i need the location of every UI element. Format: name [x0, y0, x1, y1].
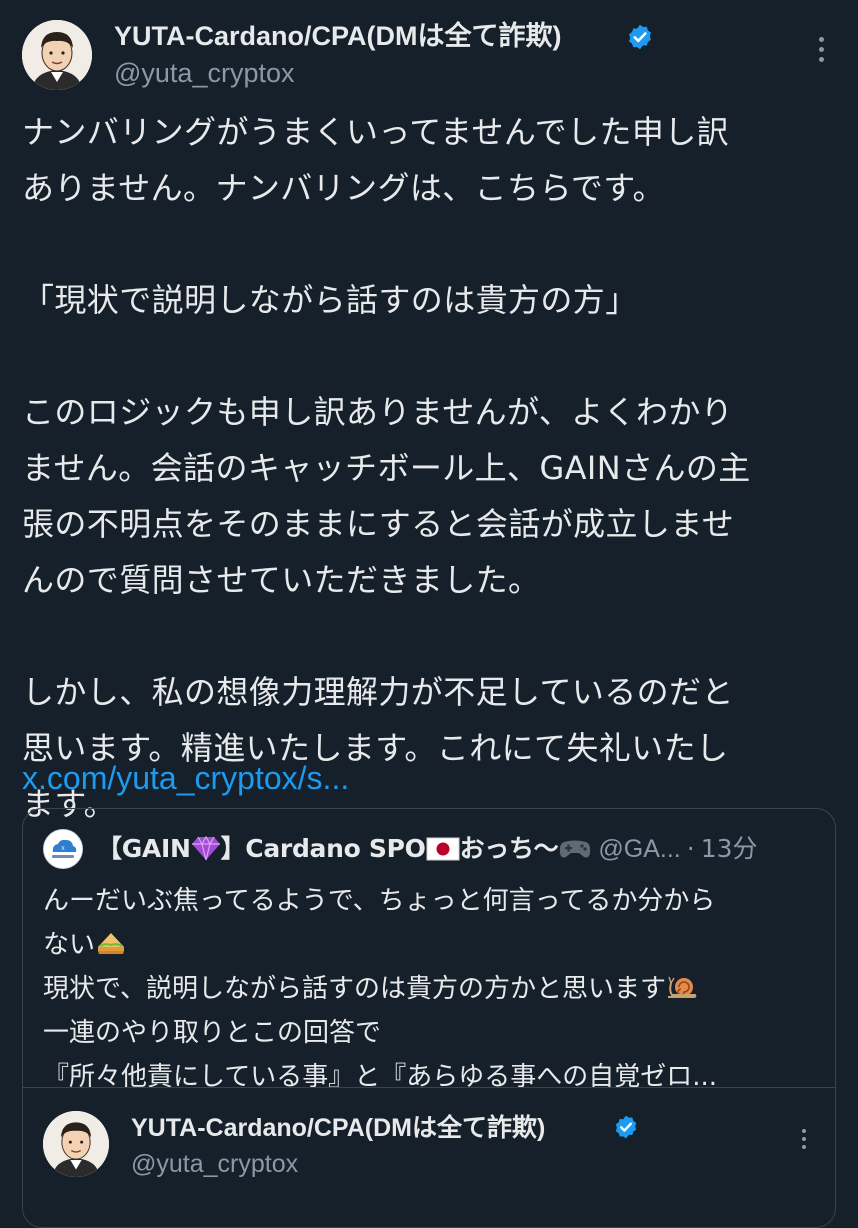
author-handle[interactable]: @yuta_cryptox	[114, 56, 294, 90]
author-name[interactable]: YUTA-Cardano/CPA(DMは全て詐欺)	[114, 18, 561, 54]
gamepad-icon	[560, 840, 591, 858]
tweet-body-line: 張の不明点をそのままにすると会話が成立しませ	[22, 505, 735, 543]
sandwich-emoji-icon	[98, 933, 125, 954]
tweet-body-line: んので質問させていただきました。	[22, 561, 541, 599]
more-vertical-icon	[802, 1129, 806, 1133]
tweet-body-line: しかし、私の想像力理解力が不足しているのだと	[22, 673, 734, 711]
more-vertical-icon	[819, 37, 824, 42]
nested-author-handle[interactable]: @yuta_cryptox	[131, 1147, 298, 1181]
gem-emoji-icon	[191, 835, 220, 861]
tweet: YUTA-Cardano/CPA(DMは全て詐欺) @yuta_cryptox …	[0, 0, 858, 1228]
nested-author-avatar[interactable]	[43, 1111, 109, 1177]
quoted-body-line: 現状で、説明しながら話すのは貴方の方かと思います	[43, 967, 823, 1011]
tweet-body-line: このロジックも申し訳ありませんが、よくわかり	[22, 393, 734, 431]
nested-more-options-button[interactable]	[793, 1127, 815, 1153]
quoted-author-name[interactable]: 【GAIN 】Cardano SPO おっち〜	[97, 834, 592, 863]
tweet-body-line: ません。会話のキャッチボール上、GAINさんの主	[22, 449, 751, 487]
verified-badge-icon	[629, 24, 651, 50]
tweet-link[interactable]: x.com/yuta_cryptox/s...	[22, 750, 349, 806]
quoted-tweet-time[interactable]: 13分	[701, 834, 758, 863]
quote-divider	[23, 1087, 835, 1088]
snail-emoji-icon	[667, 976, 697, 998]
verified-badge-icon	[615, 1115, 637, 1139]
more-options-button[interactable]	[808, 34, 836, 64]
avatar-illustration-icon	[22, 20, 92, 90]
quoted-tweet-card[interactable]: X 【GAIN 】Cardano SPO おっち〜 @GA... · 13分 んーだいぶ焦…	[22, 808, 836, 1228]
tweet-body-line	[22, 608, 842, 664]
header-separator: ·	[686, 834, 695, 863]
tweet-body-line: ありません。ナンバリングは、こちらです。	[22, 169, 665, 207]
quoted-body-line: んーだいぶ焦ってるようで、ちょっと何言ってるか分から	[43, 886, 716, 916]
quoted-body-line: 一連のやり取りとこの回答で	[43, 1018, 382, 1048]
tweet-body-line	[22, 328, 842, 384]
quoted-body-line: ない	[43, 923, 823, 967]
quoted-tweet-body: んーだいぶ焦ってるようで、ちょっと何言ってるか分から ない 現状で、説明しながら…	[43, 879, 823, 1099]
tweet-body-line: ナンバリングがうまくいってませんでした申し訳	[22, 113, 730, 151]
avatar-illustration-icon	[43, 1111, 109, 1177]
author-avatar[interactable]	[22, 20, 92, 90]
nested-author-name[interactable]: YUTA-Cardano/CPA(DMは全て詐欺)	[131, 1111, 545, 1145]
svg-text:X: X	[61, 846, 65, 852]
tweet-body-line	[22, 216, 842, 272]
tweet-body-line: 「現状で説明しながら話すのは貴方の方」	[22, 281, 638, 319]
cloud-logo-icon: X	[44, 830, 82, 868]
tweet-body: ナンバリングがうまくいってませんでした申し訳 ありません。ナンバリングは、こちら…	[22, 104, 842, 832]
quoted-tweet-header: 【GAIN 】Cardano SPO おっち〜 @GA... · 13分	[97, 829, 758, 869]
quoted-body-line: 『所々他責にしている事』と『あらゆる事への自覚ゼロ...	[43, 1062, 718, 1092]
japan-flag-icon	[426, 837, 460, 861]
quoted-author-handle[interactable]: @GA...	[598, 835, 680, 863]
quoted-author-avatar[interactable]: X	[43, 829, 83, 869]
